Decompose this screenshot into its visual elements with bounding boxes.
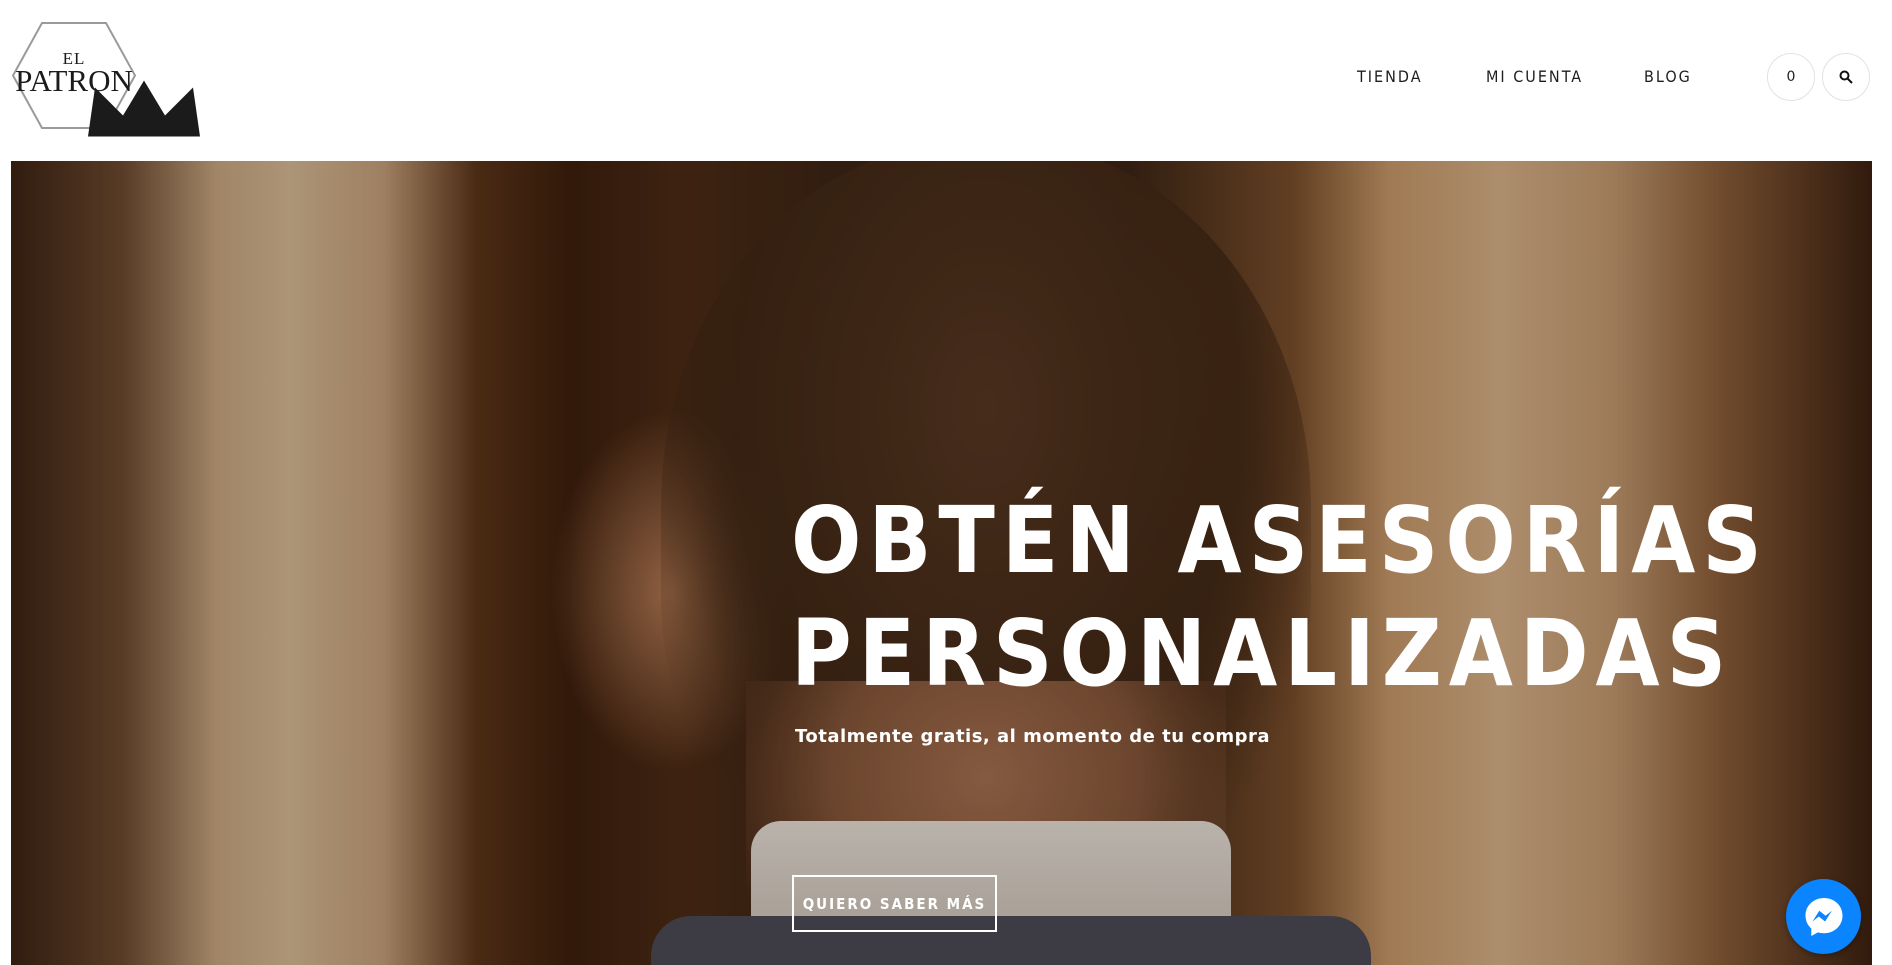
messenger-chat-button[interactable] bbox=[1786, 879, 1861, 954]
cart-count: 0 bbox=[1786, 69, 1796, 85]
cart-button[interactable]: 0 bbox=[1767, 53, 1815, 101]
learn-more-button[interactable]: QUIERO SABER MÁS bbox=[792, 875, 997, 932]
hero-subtitle: Totalmente gratis, al momento de tu comp… bbox=[795, 726, 1270, 747]
site-logo[interactable]: EL PATRON bbox=[11, 21, 200, 137]
logo-text-patron: PATRON bbox=[15, 63, 133, 98]
nav-item-blog[interactable]: BLOG bbox=[1644, 67, 1692, 86]
search-button[interactable] bbox=[1822, 53, 1870, 101]
hero-title-line-2: PERSONALIZADAS bbox=[791, 600, 1734, 707]
nav-item-mi-cuenta[interactable]: MI CUENTA bbox=[1486, 67, 1583, 86]
messenger-icon bbox=[1805, 897, 1842, 936]
hero-title-line-1: OBTÉN ASESORÍAS bbox=[791, 487, 1769, 594]
search-icon bbox=[1839, 70, 1853, 84]
nav-item-tienda[interactable]: TIENDA bbox=[1357, 67, 1423, 86]
site-header: EL PATRON TIENDA MI CUENTA BLOG 0 bbox=[0, 0, 1892, 161]
hero-title: OBTÉN ASESORÍAS PERSONALIZADAS bbox=[791, 484, 1769, 710]
hero-banner: OBTÉN ASESORÍAS PERSONALIZADAS Totalment… bbox=[11, 161, 1872, 965]
